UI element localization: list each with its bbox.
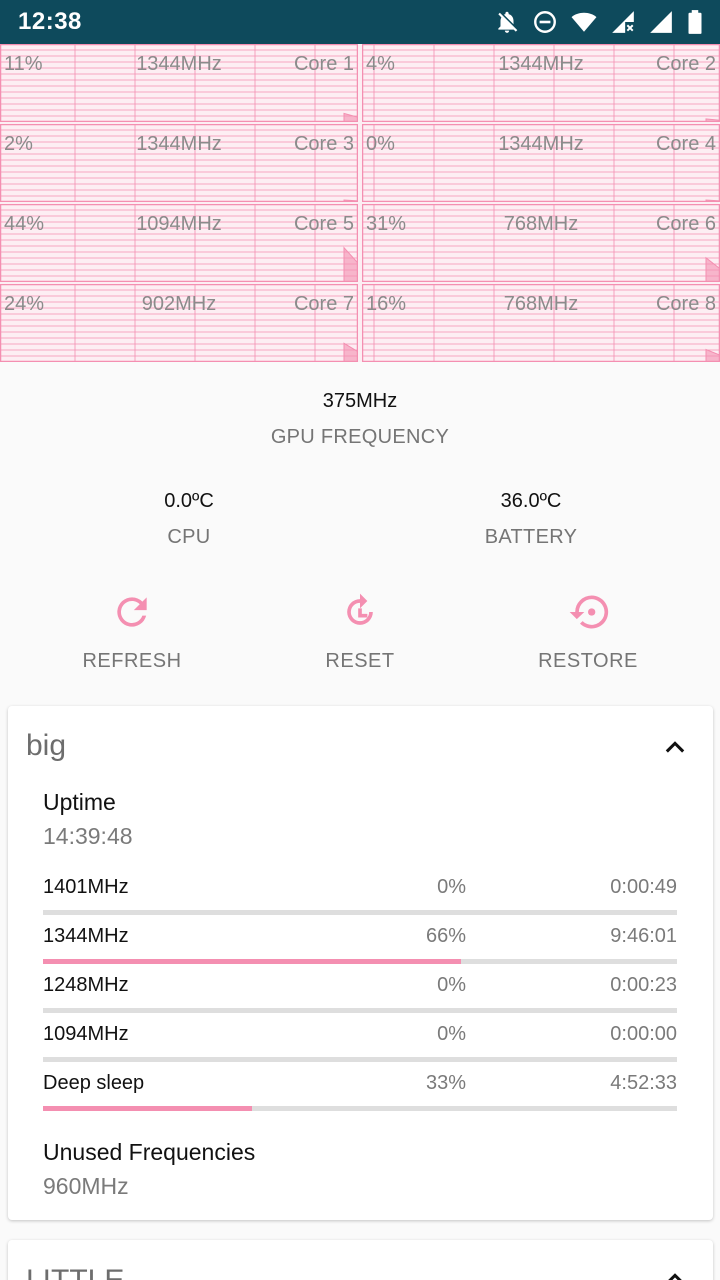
core-graph-7: 24% 902MHz Core 7 [0, 284, 358, 362]
cellular-icon [650, 11, 672, 33]
frequency-percent: 0% [437, 1023, 466, 1045]
core-name: Core 5 [293, 213, 354, 235]
cpu-temp-value: 0.0ºC [164, 490, 214, 512]
frequency-label: 1344MHz [43, 925, 129, 947]
reset-icon [347, 593, 373, 625]
frequency-bar-track [43, 1106, 677, 1111]
core-graph-6: 31% 768MHz Core 6 [362, 204, 720, 282]
status-icons [494, 8, 704, 36]
big-cluster-card: big Uptime 14:39:48 1401MHz 0% 0:00:49 1… [8, 706, 713, 1220]
frequency-row: Deep sleep 33% 4:52:33 [43, 1072, 677, 1121]
frequency-label: 1248MHz [43, 974, 129, 996]
frequency-bar-track [43, 1008, 677, 1013]
restore-label: RESTORE [538, 650, 638, 672]
status-bar: 12:38 [0, 0, 720, 44]
core-load-graph [705, 256, 720, 282]
core-graph-3: 2% 1344MHz Core 3 [0, 124, 358, 202]
frequency-time: 4:52:33 [610, 1072, 677, 1094]
frequency-label: 1094MHz [43, 1023, 129, 1045]
cluster-title: big [26, 729, 67, 762]
uptime-label: Uptime [43, 789, 116, 815]
notifications-off-icon [498, 11, 518, 33]
battery-temp-label: BATTERY [484, 526, 578, 548]
core-name: Core 6 [655, 213, 716, 235]
unused-frequencies-label: Unused Frequencies [43, 1139, 256, 1165]
wifi-icon [571, 12, 597, 32]
frequency-time: 0:00:00 [610, 1023, 677, 1045]
core-load-graph [705, 118, 720, 122]
core-graph-5: 44% 1094MHz Core 5 [0, 204, 358, 282]
frequency-percent: 0% [437, 876, 466, 898]
core-load-graph [343, 112, 358, 122]
little-cluster-card: LITTLE [8, 1240, 713, 1280]
frequency-time: 0:00:23 [610, 974, 677, 996]
gpu-frequency-label: GPU FREQUENCY [270, 426, 450, 448]
frequency-bar-track [43, 1057, 677, 1062]
frequency-bar-track [43, 959, 677, 964]
core-load-graph [705, 348, 720, 362]
cpu-temp: 0.0ºC CPU [89, 490, 289, 549]
core-load-graph [705, 199, 720, 202]
core-name: Core 8 [655, 293, 716, 315]
frequency-time: 9:46:01 [610, 925, 677, 947]
core-graph-1: 11% 1344MHz Core 1 [0, 44, 358, 122]
frequency-row: 1344MHz 66% 9:46:01 [43, 925, 677, 974]
core-graph-2: 4% 1344MHz Core 2 [362, 44, 720, 122]
chevron-up-icon[interactable] [661, 734, 689, 762]
core-graph-8: 16% 768MHz Core 8 [362, 284, 720, 362]
do-not-disturb-icon [534, 11, 556, 33]
chevron-up-icon[interactable] [661, 1266, 689, 1280]
refresh-icon [117, 597, 147, 627]
battery-temp: 36.0ºC BATTERY [431, 490, 631, 549]
restore-button[interactable]: RESTORE [488, 590, 688, 673]
frequency-row: 1094MHz 0% 0:00:00 [43, 1023, 677, 1072]
core-name: Core 7 [293, 293, 354, 315]
frequency-bar-fill [43, 959, 462, 964]
core-name: Core 2 [655, 53, 716, 75]
frequency-percent: 0% [437, 974, 466, 996]
frequency-bar-track [43, 910, 677, 915]
core-graph-4: 0% 1344MHz Core 4 [362, 124, 720, 202]
frequency-label: 1401MHz [43, 876, 129, 898]
frequency-label: Deep sleep [43, 1072, 145, 1094]
battery-icon [688, 10, 702, 34]
frequency-percent: 33% [425, 1072, 466, 1094]
unused-frequencies-value: 960MHz [43, 1173, 129, 1199]
gpu-frequency-value: 375MHz [322, 390, 398, 412]
frequency-row: 1248MHz 0% 0:00:23 [43, 974, 677, 1023]
cpu-cores-panel: 11% 1344MHz Core 1 4% 1344MHz Core 2 2% … [0, 44, 720, 362]
reset-button[interactable]: RESET [260, 590, 460, 673]
status-time: 12:38 [18, 8, 82, 35]
core-name: Core 4 [655, 133, 716, 155]
refresh-label: REFRESH [82, 650, 182, 672]
gpu-info: 375MHz GPU FREQUENCY [0, 390, 720, 449]
reset-label: RESET [325, 650, 395, 672]
core-name: Core 3 [293, 133, 354, 155]
restore-icon [569, 595, 609, 629]
core-load-graph [343, 199, 358, 202]
core-load-graph [343, 342, 358, 362]
refresh-button[interactable]: REFRESH [32, 590, 232, 673]
core-name: Core 1 [293, 53, 354, 75]
frequency-bar-fill [43, 1106, 253, 1111]
uptime-value: 14:39:48 [43, 823, 133, 849]
cluster-title: LITTLE [26, 1264, 124, 1280]
cpu-temp-label: CPU [167, 526, 211, 548]
cellular-no-data-icon [612, 11, 634, 33]
frequency-percent: 66% [425, 925, 466, 947]
frequency-time: 0:00:49 [610, 876, 677, 898]
battery-temp-value: 36.0ºC [500, 490, 562, 512]
core-load-graph [343, 246, 358, 282]
frequency-row: 1401MHz 0% 0:00:49 [43, 876, 677, 925]
